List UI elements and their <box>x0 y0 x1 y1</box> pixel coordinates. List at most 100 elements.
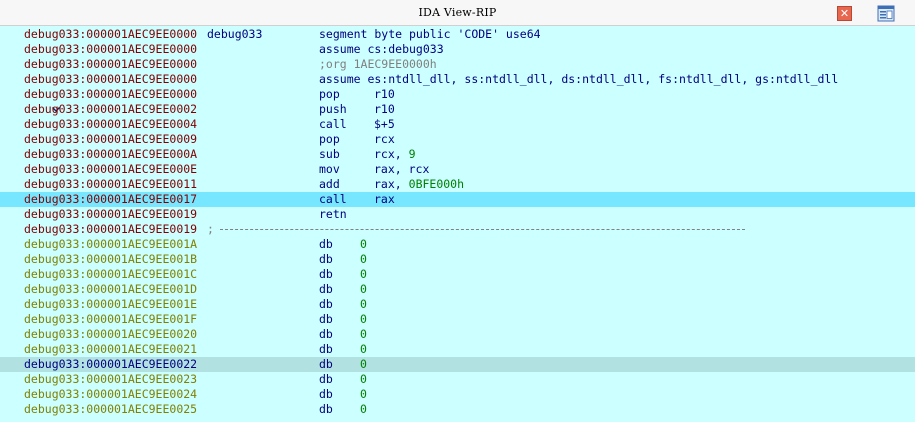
data-value: 0 <box>360 267 367 281</box>
data-line[interactable]: debug033:000001AEC9EE001A db 0 <box>0 237 915 252</box>
instruction-mnemonic: retn <box>319 207 347 221</box>
line-address: debug033:000001AEC9EE0000 <box>24 27 198 41</box>
line-address: debug033:000001AEC9EE0020 <box>24 327 198 341</box>
line-address: debug033:000001AEC9EE0004 <box>24 117 198 131</box>
line-address: debug033:000001AEC9EE001C <box>24 267 198 281</box>
line-address: debug033:000001AEC9EE001E <box>24 297 198 311</box>
instruction-operand: rax, 0BFE000h <box>374 177 464 192</box>
data-directive: db <box>319 252 333 266</box>
sync-view-icon[interactable] <box>877 5 895 22</box>
instruction-mnemonic: mov <box>319 162 340 176</box>
directive-text: segment byte public 'CODE' use64 <box>319 27 541 41</box>
data-value: 0 <box>360 327 367 341</box>
operand-number: 9 <box>408 147 416 161</box>
data-directive: db <box>319 327 333 341</box>
data-value: 0 <box>360 297 367 311</box>
instruction-mnemonic: pop <box>319 132 340 146</box>
separator-comment: ; <box>207 222 214 236</box>
disasm-line[interactable]: debug033:000001AEC9EE0019 ; <box>0 222 915 237</box>
data-directive: db <box>319 297 333 311</box>
data-line[interactable]: debug033:000001AEC9EE001E db 0 <box>0 297 915 312</box>
data-value: 0 <box>360 372 367 386</box>
data-line[interactable]: debug033:000001AEC9EE0021 db 0 <box>0 342 915 357</box>
instruction-operand: rcx, 9 <box>374 147 416 162</box>
data-directive: db <box>319 387 333 401</box>
data-directive: db <box>319 402 333 416</box>
line-address: debug033:000001AEC9EE0019 <box>24 207 198 221</box>
data-value: 0 <box>360 237 367 251</box>
data-line[interactable]: debug033:000001AEC9EE0023 db 0 <box>0 372 915 387</box>
line-address: debug033:000001AEC9EE000A <box>24 147 198 161</box>
instruction-operand: rax, rcx <box>374 162 430 176</box>
instruction-mnemonic: pop <box>319 87 340 101</box>
line-address: debug033:000001AEC9EE001F <box>24 312 198 326</box>
current-instruction-line[interactable]: debug033:000001AEC9EE0017 call rax <box>0 192 915 207</box>
data-line[interactable]: debug033:000001AEC9EE001D db 0 <box>0 282 915 297</box>
data-line[interactable]: debug033:000001AEC9EE001C db 0 <box>0 267 915 282</box>
line-address: debug033:000001AEC9EE001B <box>24 252 198 266</box>
instruction-mnemonic: add <box>319 177 340 191</box>
data-value: 0 <box>360 282 367 296</box>
line-address: debug033:000001AEC9EE0024 <box>24 387 198 401</box>
data-line[interactable]: debug033:000001AEC9EE001F db 0 <box>0 312 915 327</box>
disasm-line[interactable]: debug033:000001AEC9EE0002 push r10 <box>0 102 915 117</box>
instruction-mnemonic: call <box>319 192 347 206</box>
line-address: debug033:000001AEC9EE0011 <box>24 177 198 191</box>
data-line[interactable]: debug033:000001AEC9EE0020 db 0 <box>0 327 915 342</box>
disasm-line[interactable]: debug033:000001AEC9EE0000 debug033 segme… <box>0 27 915 42</box>
data-value: 0 <box>360 357 367 371</box>
operand-register: rcx, <box>374 147 402 161</box>
line-address: debug033:000001AEC9EE0002 <box>24 102 198 116</box>
disasm-line[interactable]: debug033:000001AEC9EE0004 call $+5 <box>0 117 915 132</box>
instruction-operand: r10 <box>374 87 395 101</box>
disasm-line[interactable]: debug033:000001AEC9EE0000 assume es:ntdl… <box>0 72 915 87</box>
line-address: debug033:000001AEC9EE0009 <box>24 132 198 146</box>
line-address: debug033:000001AEC9EE0022 <box>24 357 198 371</box>
data-value: 0 <box>360 402 367 416</box>
disasm-line[interactable]: debug033:000001AEC9EE0000 ;org 1AEC9EE00… <box>0 57 915 72</box>
selected-data-line[interactable]: debug033:000001AEC9EE0022 db 0 <box>0 357 915 372</box>
line-address: debug033:000001AEC9EE0000 <box>24 87 198 101</box>
data-value: 0 <box>360 252 367 266</box>
disasm-line[interactable]: debug033:000001AEC9EE000E mov rax, rcx <box>0 162 915 177</box>
instruction-mnemonic: call <box>319 117 347 131</box>
disasm-line[interactable]: debug033:000001AEC9EE0011 add rax, 0BFE0… <box>0 177 915 192</box>
data-directive: db <box>319 267 333 281</box>
data-directive: db <box>319 282 333 296</box>
data-line[interactable]: debug033:000001AEC9EE0025 db 0 <box>0 402 915 417</box>
data-value: 0 <box>360 312 367 326</box>
disasm-line[interactable]: debug033:000001AEC9EE0000 pop r10 <box>0 87 915 112</box>
window-title: IDA View-RIP <box>418 6 497 19</box>
instruction-operand: rax <box>374 192 395 206</box>
disasm-line[interactable]: debug033:000001AEC9EE0009 pop rcx <box>0 132 915 147</box>
instruction-mnemonic: sub <box>319 147 340 161</box>
line-address: debug033:000001AEC9EE0019 <box>24 222 198 236</box>
disassembly-view[interactable]: debug033:000001AEC9EE0000 debug033 segme… <box>0 26 915 422</box>
instruction-operand: rcx <box>374 132 395 146</box>
line-address: debug033:000001AEC9EE0017 <box>24 192 198 206</box>
line-address: debug033:000001AEC9EE0025 <box>24 402 198 416</box>
line-address: debug033:000001AEC9EE0000 <box>24 57 198 71</box>
disasm-line[interactable]: debug033:000001AEC9EE000A sub rcx, 9 <box>0 147 915 162</box>
close-button[interactable]: ✕ <box>837 6 852 21</box>
operand-register: rax, <box>374 177 402 191</box>
window-titlebar: IDA View-RIP ✕ <box>0 0 915 26</box>
separator-line <box>220 229 745 230</box>
line-address: debug033:000001AEC9EE0021 <box>24 342 198 356</box>
disasm-line[interactable]: debug033:000001AEC9EE0019 retn <box>0 207 915 222</box>
data-directive: db <box>319 342 333 356</box>
line-address: debug033:000001AEC9EE0000 <box>24 72 198 86</box>
segment-label: debug033 <box>207 27 263 41</box>
collapse-arrow-icon[interactable] <box>9 87 60 112</box>
data-value: 0 <box>360 387 367 401</box>
line-address: debug033:000001AEC9EE0000 <box>24 42 198 56</box>
data-line[interactable]: debug033:000001AEC9EE001B db 0 <box>0 252 915 267</box>
operand-number: 0BFE000h <box>408 177 465 191</box>
data-directive: db <box>319 237 333 251</box>
data-directive: db <box>319 357 333 371</box>
instruction-operand: $+5 <box>374 117 395 131</box>
disasm-line[interactable]: debug033:000001AEC9EE0000 assume cs:debu… <box>0 42 915 57</box>
comment-text: ;org 1AEC9EE0000h <box>319 57 437 71</box>
data-directive: db <box>319 312 333 326</box>
data-line[interactable]: debug033:000001AEC9EE0024 db 0 <box>0 387 915 402</box>
